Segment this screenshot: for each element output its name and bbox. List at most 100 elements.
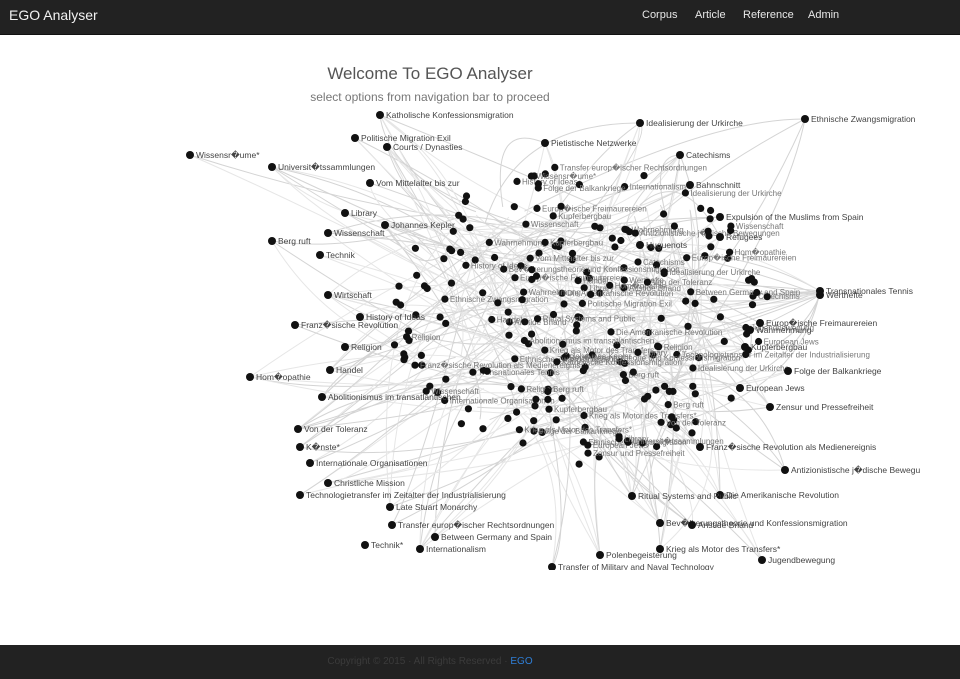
graph-node[interactable] <box>681 189 689 197</box>
graph-node[interactable] <box>441 295 449 303</box>
graph-node[interactable] <box>668 413 676 421</box>
graph-node[interactable] <box>756 319 764 327</box>
graph-node[interactable] <box>405 336 413 344</box>
brand-logo-link[interactable]: EGO Analyser <box>9 7 98 23</box>
graph-node[interactable] <box>596 224 604 232</box>
graph-node[interactable] <box>676 151 684 159</box>
graph-node[interactable] <box>716 213 724 221</box>
graph-node[interactable] <box>511 274 519 282</box>
graph-node[interactable] <box>596 551 604 559</box>
graph-node[interactable] <box>518 296 526 304</box>
graph-node[interactable] <box>716 233 724 241</box>
graph-node[interactable] <box>687 288 695 296</box>
graph-node-group[interactable]: Ethnische Zwangsmigration <box>801 114 916 124</box>
graph-node[interactable] <box>706 215 714 223</box>
graph-node[interactable] <box>324 229 332 237</box>
graph-node[interactable] <box>816 287 824 295</box>
graph-node[interactable] <box>746 326 754 334</box>
graph-node[interactable] <box>531 402 539 410</box>
graph-node[interactable] <box>669 387 677 395</box>
graph-node[interactable] <box>568 249 577 257</box>
graph-node[interactable] <box>316 251 324 259</box>
graph-node[interactable] <box>416 545 424 553</box>
graph-node[interactable] <box>657 314 665 322</box>
graph-node[interactable] <box>704 227 712 235</box>
graph-node[interactable] <box>388 521 396 529</box>
graph-node[interactable] <box>411 244 419 252</box>
graph-node-group[interactable]: Johannes Kepler <box>381 220 455 230</box>
graph-node[interactable] <box>741 343 749 351</box>
graph-node-group[interactable]: Europ�ische Freimaurereien <box>756 317 878 328</box>
graph-node[interactable] <box>656 519 664 527</box>
graph-node-group[interactable]: Expulsion of the Muslims from Spain <box>716 212 864 222</box>
graph-node-group[interactable]: Internationale Organisationen <box>306 458 428 468</box>
graph-node[interactable] <box>657 418 665 426</box>
graph-node[interactable] <box>720 337 728 345</box>
graph-node-group[interactable]: Franz�sische Revolution als Medienereign… <box>696 441 876 452</box>
graph-node[interactable] <box>781 466 789 474</box>
graph-node[interactable] <box>545 405 553 413</box>
graph-node[interactable] <box>466 224 474 232</box>
graph-node-group[interactable]: Jugendbewegung <box>758 555 835 565</box>
graph-node[interactable] <box>351 134 359 142</box>
graph-node[interactable] <box>488 315 496 324</box>
graph-node[interactable] <box>763 293 771 301</box>
graph-node[interactable] <box>296 491 304 499</box>
graph-node[interactable] <box>528 275 536 284</box>
graph-node[interactable] <box>413 271 421 279</box>
graph-node[interactable] <box>558 394 566 402</box>
graph-node[interactable] <box>479 289 487 297</box>
graph-node[interactable] <box>682 297 690 305</box>
graph-node[interactable] <box>670 222 678 230</box>
graph-node-group[interactable]: Polenbegeisterung <box>596 550 677 560</box>
graph-node[interactable] <box>551 163 559 171</box>
graph-node[interactable] <box>758 556 766 564</box>
graph-node[interactable] <box>549 212 557 220</box>
graph-node[interactable] <box>621 225 629 233</box>
graph-node-group[interactable]: Krieg als Motor des Transfers* <box>656 544 781 554</box>
graph-node-group[interactable]: Handel <box>326 365 363 375</box>
graph-node[interactable] <box>491 253 499 262</box>
graph-node[interactable] <box>611 243 619 251</box>
graph-node[interactable] <box>753 288 761 297</box>
graph-node[interactable] <box>515 426 523 434</box>
graph-node[interactable] <box>691 299 699 307</box>
graph-node[interactable] <box>578 299 586 307</box>
graph-node[interactable] <box>526 254 534 262</box>
graph-node[interactable] <box>707 243 715 251</box>
graph-node[interactable] <box>186 151 194 159</box>
graph-node[interactable] <box>442 375 450 383</box>
graph-node-group[interactable]: Pietistische Netzwerke <box>541 138 637 148</box>
graph-node-group[interactable]: Technik <box>316 250 356 260</box>
graph-node[interactable] <box>520 336 528 345</box>
graph-node[interactable] <box>801 115 809 123</box>
graph-node[interactable] <box>628 492 636 500</box>
graph-node[interactable] <box>652 386 660 394</box>
graph-node[interactable] <box>291 321 299 329</box>
graph-node[interactable] <box>574 277 582 285</box>
graph-node[interactable] <box>727 394 735 402</box>
graph-node[interactable] <box>784 367 792 375</box>
graph-node[interactable] <box>689 382 697 390</box>
graph-node[interactable] <box>615 435 623 443</box>
graph-node[interactable] <box>528 266 536 274</box>
graph-node[interactable] <box>390 341 399 349</box>
graph-node[interactable] <box>697 204 705 212</box>
graph-node[interactable] <box>326 366 334 374</box>
nav-reference-link[interactable]: Reference <box>743 9 794 21</box>
graph-node[interactable] <box>736 384 744 392</box>
graph-node-group[interactable]: Wissensr�ume* <box>186 149 260 160</box>
graph-node[interactable] <box>485 238 493 246</box>
graph-node-group[interactable]: Library <box>341 208 378 218</box>
graph-node-group[interactable]: Kupferbergbau <box>741 342 808 352</box>
graph-node[interactable] <box>455 211 463 219</box>
graph-node[interactable] <box>423 284 431 293</box>
graph-node[interactable] <box>534 184 542 192</box>
graph-node[interactable] <box>341 343 349 351</box>
graph-node-group[interactable]: Internationalism <box>416 544 486 554</box>
graph-node-group[interactable]: Transfer of Military and Naval Technolog… <box>548 562 715 570</box>
graph-node[interactable] <box>404 327 413 335</box>
graph-node[interactable] <box>541 139 549 147</box>
graph-node[interactable] <box>520 288 528 296</box>
graph-node[interactable] <box>617 236 625 245</box>
